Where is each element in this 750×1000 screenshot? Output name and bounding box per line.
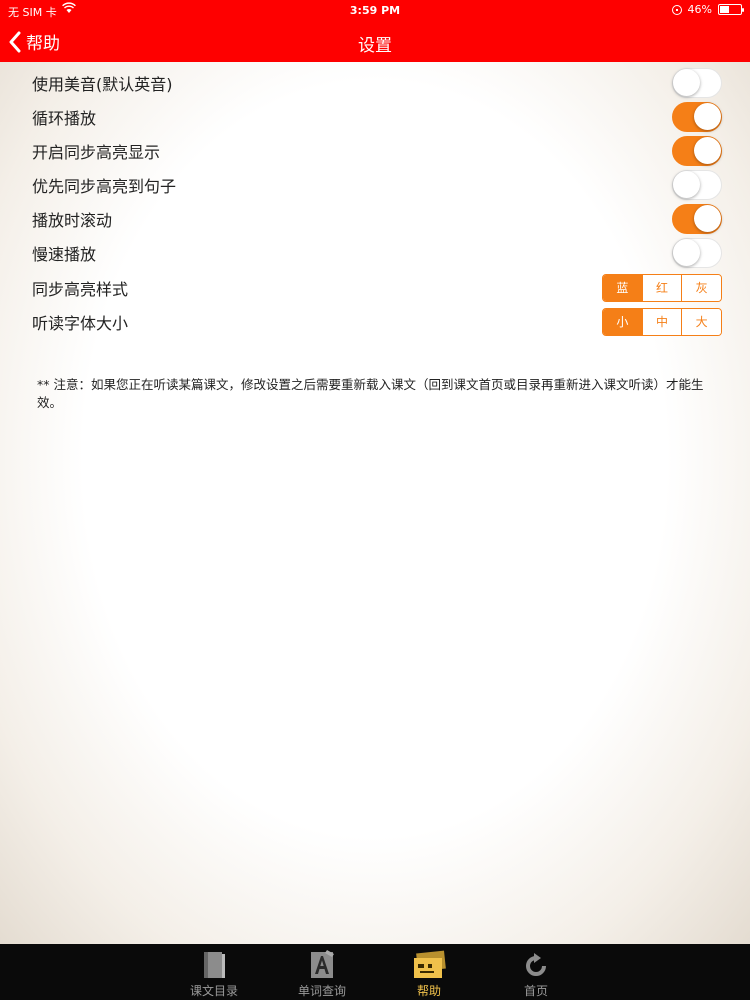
battery-icon xyxy=(718,4,744,15)
setting-row-highlight-style: 同步高亮样式 蓝 红 灰 xyxy=(32,271,722,305)
setting-label: 优先同步高亮到句子 xyxy=(32,177,177,196)
setting-label: 播放时滚动 xyxy=(32,211,113,230)
tab-label: 单词查询 xyxy=(297,984,346,998)
setting-row-highlight-sentence: 优先同步高亮到句子 xyxy=(32,168,722,202)
setting-row-slow-play: 慢速播放 xyxy=(32,236,722,270)
font-size-segmented-control: 小 中 大 xyxy=(602,308,722,336)
tab-bar: 课文目录 单词查询 帮助 首页 xyxy=(0,944,750,1000)
tab-label: 首页 xyxy=(523,984,548,998)
highlight-sentence-toggle[interactable] xyxy=(672,170,722,200)
font-size-large[interactable]: 大 xyxy=(681,309,721,335)
font-size-small[interactable]: 小 xyxy=(603,309,642,335)
loop-play-toggle[interactable] xyxy=(672,102,722,132)
setting-row-font-size: 听读字体大小 小 中 大 xyxy=(32,305,722,339)
tab-label: 帮助 xyxy=(416,984,441,998)
battery-percent: 46% xyxy=(687,3,712,16)
help-cards-icon xyxy=(389,948,469,980)
top-bar: 无 SIM 卡 3:59 PM 46% 帮助 设置 xyxy=(0,0,750,62)
tab-help[interactable]: 帮助 xyxy=(389,948,469,999)
highlight-style-gray[interactable]: 灰 xyxy=(681,275,721,301)
clock: 3:59 PM xyxy=(349,4,401,17)
tab-label: 课文目录 xyxy=(189,984,238,998)
setting-row-loop-play: 循环播放 xyxy=(32,100,722,134)
tab-lesson-catalog[interactable]: 课文目录 xyxy=(174,948,254,999)
book-icon xyxy=(174,948,254,980)
font-size-medium[interactable]: 中 xyxy=(641,309,682,335)
setting-label: 开启同步高亮显示 xyxy=(32,143,161,162)
settings-content: 使用美音(默认英音) 循环播放 开启同步高亮显示 优先同步高亮到句子 播放时滚动… xyxy=(0,62,750,944)
page-title: 设置 xyxy=(358,36,392,56)
status-right: 46% xyxy=(671,3,744,16)
settings-note: ** 注意：如果您正在听读某篇课文，修改设置之后需要重新载入课文（回到课文首页或… xyxy=(37,377,704,410)
nav-bar: 帮助 设置 xyxy=(0,22,750,62)
tab-home[interactable]: 首页 xyxy=(496,948,576,999)
setting-label: 循环播放 xyxy=(32,109,97,128)
refresh-icon xyxy=(496,948,576,980)
setting-label: 慢速播放 xyxy=(32,245,97,264)
status-bar: 无 SIM 卡 3:59 PM 46% xyxy=(0,0,750,22)
highlight-style-blue[interactable]: 蓝 xyxy=(603,275,642,301)
sync-highlight-toggle[interactable] xyxy=(672,136,722,166)
setting-row-sync-highlight: 开启同步高亮显示 xyxy=(32,134,722,168)
american-accent-toggle[interactable] xyxy=(672,68,722,98)
setting-label: 听读字体大小 xyxy=(32,314,129,333)
setting-label: 使用美音(默认英音) xyxy=(32,75,173,94)
setting-row-american-accent: 使用美音(默认英音) xyxy=(32,66,722,100)
setting-row-scroll-on-play: 播放时滚动 xyxy=(32,202,722,236)
rotation-lock-icon xyxy=(671,4,682,15)
tab-word-lookup[interactable]: 单词查询 xyxy=(282,948,362,999)
scroll-on-play-toggle[interactable] xyxy=(672,204,722,234)
slow-play-toggle[interactable] xyxy=(672,238,722,268)
highlight-style-red[interactable]: 红 xyxy=(641,275,682,301)
highlight-style-segmented-control: 蓝 红 灰 xyxy=(602,274,722,302)
dictionary-icon xyxy=(282,948,362,980)
setting-label: 同步高亮样式 xyxy=(32,280,129,299)
